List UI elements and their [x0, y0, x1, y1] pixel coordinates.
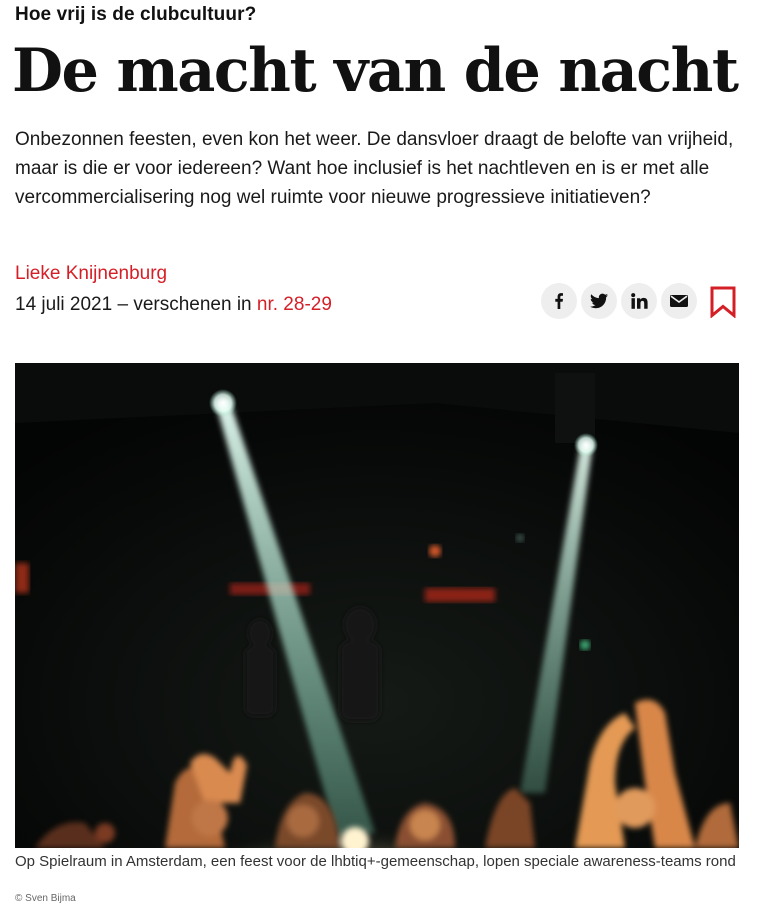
photo-caption: Op Spielraum in Amsterdam, een feest voo… [15, 853, 736, 870]
facebook-icon [555, 293, 563, 309]
club-photo-illustration [15, 363, 739, 848]
share-email-button[interactable] [661, 283, 697, 319]
author-link[interactable]: Lieke Knijnenburg [15, 263, 167, 285]
bookmark-icon[interactable] [710, 286, 736, 318]
article-intro: Onbezonnen feesten, even kon het weer. D… [15, 129, 734, 208]
mail-icon [670, 295, 688, 307]
page-title: De macht van de nacht [12, 36, 739, 106]
dateline: 14 juli 2021 – verschenen in nr. 28-29 [15, 294, 332, 316]
photo-credit: © Sven Bijma [15, 893, 76, 904]
published-in-text: – verschenen in [112, 294, 257, 315]
share-facebook-button[interactable] [541, 283, 577, 319]
share-bar [541, 283, 697, 319]
share-linkedin-button[interactable] [621, 283, 657, 319]
linkedin-icon [630, 293, 648, 309]
twitter-icon [590, 293, 608, 309]
article-kicker: Hoe vrij is de clubcultuur? [15, 4, 257, 25]
article-photo [15, 363, 739, 848]
publish-date: 14 juli 2021 [15, 294, 113, 315]
issue-link[interactable]: nr. 28-29 [257, 294, 332, 315]
share-twitter-button[interactable] [581, 283, 617, 319]
